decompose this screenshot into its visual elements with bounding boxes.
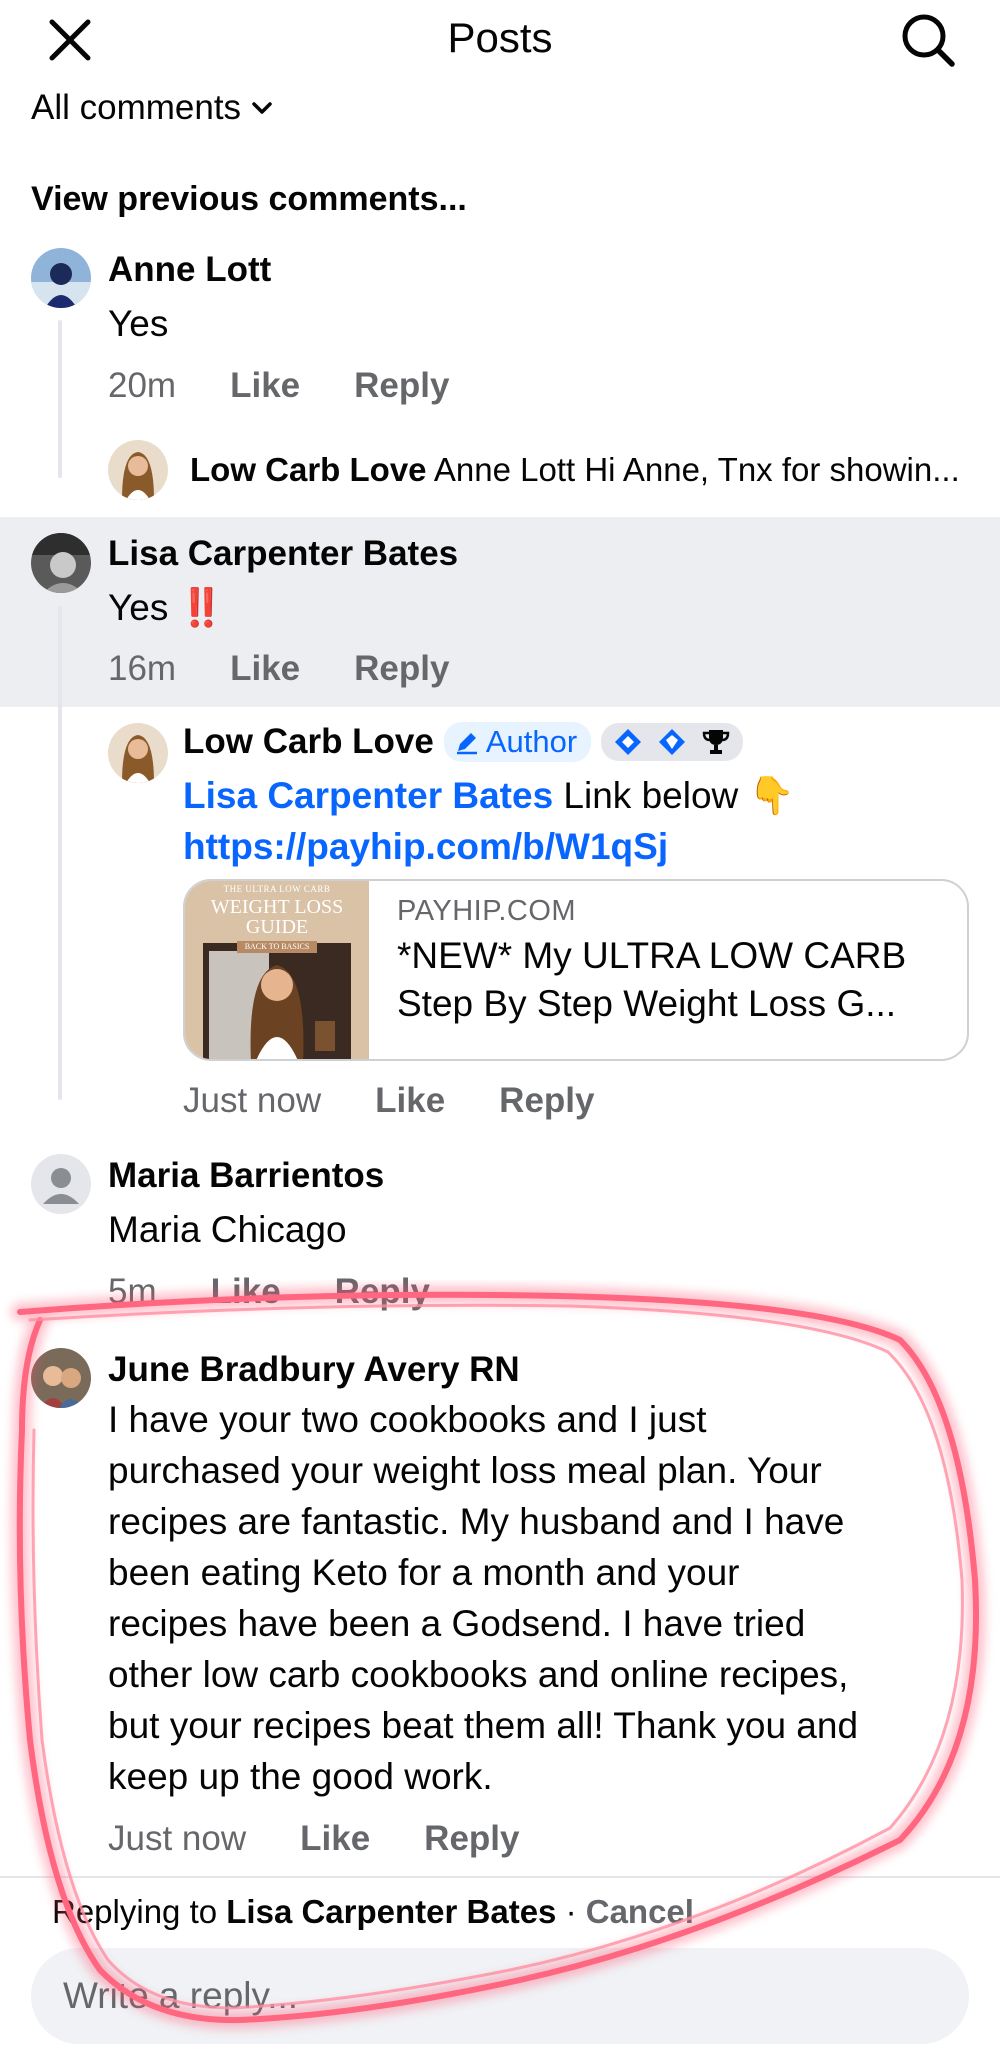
search-button[interactable] — [896, 8, 960, 72]
reply-button[interactable]: Reply — [354, 649, 449, 689]
thread-line — [58, 606, 62, 1100]
like-button[interactable]: Like — [375, 1081, 445, 1121]
thumbnail-text-top: THE ULTRA LOW CARB — [223, 884, 331, 894]
comment-timestamp: 16m — [108, 649, 177, 688]
link-preview-title-line1: *NEW* My ULTRA LOW CARB — [397, 935, 907, 976]
comment-timestamp: Just now — [108, 1819, 247, 1858]
link-preview-info: PAYHIP.COM *NEW* My ULTRA LOW CARB Step … — [369, 881, 965, 1059]
comment-meta: 20m Like Reply — [108, 366, 449, 406]
avatar[interactable] — [108, 723, 168, 783]
comment-text-line: recipes have been a Godsend. I have trie… — [108, 1603, 806, 1644]
comment-timestamp: 5m — [108, 1272, 157, 1311]
comment-timestamp: 20m — [108, 366, 177, 405]
like-button[interactable]: Like — [300, 1819, 370, 1859]
comment-text: Yes ‼️ — [108, 582, 225, 633]
like-button[interactable]: Like — [230, 649, 300, 689]
avatar[interactable] — [31, 248, 91, 308]
like-button[interactable]: Like — [211, 1272, 281, 1312]
thread-line — [58, 320, 62, 478]
thumbnail-text-subtitle: GUIDE — [245, 916, 309, 938]
comment-author-name[interactable]: Lisa Carpenter Bates — [108, 534, 458, 574]
reply-meta: Just now Like Reply — [183, 1081, 594, 1121]
pencil-icon — [456, 733, 477, 755]
reply-input[interactable]: Write a reply... — [31, 1948, 969, 2044]
gem-badge-icon — [659, 729, 686, 755]
payhip-link[interactable]: https://payhip.com/b/W1qSj — [183, 821, 668, 872]
reply-preview-text: Anne Lott Hi Anne, Tnx for showin... — [433, 451, 960, 488]
comment-text: Yes — [108, 303, 169, 344]
avatar[interactable] — [31, 1348, 91, 1408]
thumbnail-text-title: WEIGHT LOSS — [210, 896, 344, 918]
comment-meta: 16m Like Reply — [108, 649, 449, 689]
composer-divider — [0, 1876, 1000, 1878]
reply-preview[interactable]: Low Carb Love Anne Lott Hi Anne, Tnx for… — [190, 451, 980, 489]
reply-header: Low Carb Love Author — [183, 722, 744, 762]
page-title: Posts — [447, 14, 553, 61]
comment-text-line: keep up the good work. — [108, 1756, 493, 1797]
reply-button[interactable]: Reply — [499, 1081, 594, 1121]
replying-to-name: Lisa Carpenter Bates — [226, 1893, 557, 1930]
reply-button[interactable]: Reply — [424, 1819, 519, 1859]
comment-filter-label: All comments — [31, 88, 242, 127]
comment-text: I have your two cookbooks and I just pur… — [108, 1394, 988, 1802]
link-preview-title-line2: Step By Step Weight Loss G... — [397, 983, 897, 1024]
thumbnail-text-tag: BACK TO BASICS — [236, 941, 318, 953]
avatar[interactable] — [108, 440, 168, 500]
reply-timestamp: Just now — [183, 1081, 322, 1120]
trophy-icon — [702, 730, 730, 754]
diamond-badge-icon — [615, 729, 642, 755]
comment-text-content: Yes — [108, 587, 169, 628]
comment-text-line: been eating Keto for a month and your — [108, 1552, 740, 1593]
mention-link[interactable]: Lisa Carpenter Bates — [183, 775, 553, 816]
link-preview-domain: PAYHIP.COM — [397, 895, 577, 927]
comment-text: Maria Chicago — [108, 1209, 347, 1250]
reply-button[interactable]: Reply — [354, 366, 449, 406]
replying-separator: · — [556, 1893, 586, 1930]
cancel-reply-button[interactable]: Cancel — [586, 1893, 694, 1930]
reply-text: Lisa Carpenter Bates Link below 👇 — [183, 770, 795, 821]
profile-badges[interactable] — [601, 723, 744, 761]
comment-meta: 5m Like Reply — [108, 1272, 430, 1312]
avatar[interactable] — [31, 533, 91, 593]
comment-text-line: I have your two cookbooks and I just — [108, 1399, 707, 1440]
author-badge: Author — [443, 722, 592, 762]
chevron-down-icon — [252, 102, 272, 114]
author-badge-label: Author — [485, 724, 578, 759]
comment-author-name[interactable]: Anne Lott — [108, 250, 271, 290]
replying-prefix: Replying to — [52, 1893, 227, 1930]
comment-filter-dropdown[interactable]: All comments — [31, 88, 273, 128]
comment-text-line: but your recipes beat them all! Thank yo… — [108, 1705, 859, 1746]
comment-author-name[interactable]: June Bradbury Avery RN — [108, 1350, 520, 1390]
link-preview-card[interactable]: THE ULTRA LOW CARB WEIGHT LOSS GUIDE BAC… — [183, 879, 969, 1061]
avatar[interactable] — [31, 1154, 91, 1214]
comment-text-line: purchased your weight loss meal plan. Yo… — [108, 1450, 822, 1491]
reply-preview-author: Low Carb Love — [190, 451, 427, 488]
reply-author-name[interactable]: Low Carb Love — [183, 722, 434, 762]
reply-text-content: Link below 👇 — [553, 775, 795, 816]
view-previous-comments-link[interactable]: View previous comments... — [31, 180, 467, 219]
comment-author-name[interactable]: Maria Barrientos — [108, 1156, 384, 1196]
reply-button[interactable]: Reply — [335, 1272, 430, 1312]
comment-meta: Just now Like Reply — [108, 1819, 519, 1859]
replying-to-bar: Replying to Lisa Carpenter Bates · Cance… — [52, 1893, 694, 1931]
search-icon — [902, 14, 955, 67]
double-exclamation-icon: ‼️ — [178, 587, 225, 628]
like-button[interactable]: Like — [230, 366, 300, 406]
link-preview-thumbnail: THE ULTRA LOW CARB WEIGHT LOSS GUIDE BAC… — [185, 881, 369, 1059]
comment-text-line: other low carb cookbooks and online reci… — [108, 1654, 849, 1695]
comment-text-line: recipes are fantastic. My husband and I … — [108, 1501, 845, 1542]
